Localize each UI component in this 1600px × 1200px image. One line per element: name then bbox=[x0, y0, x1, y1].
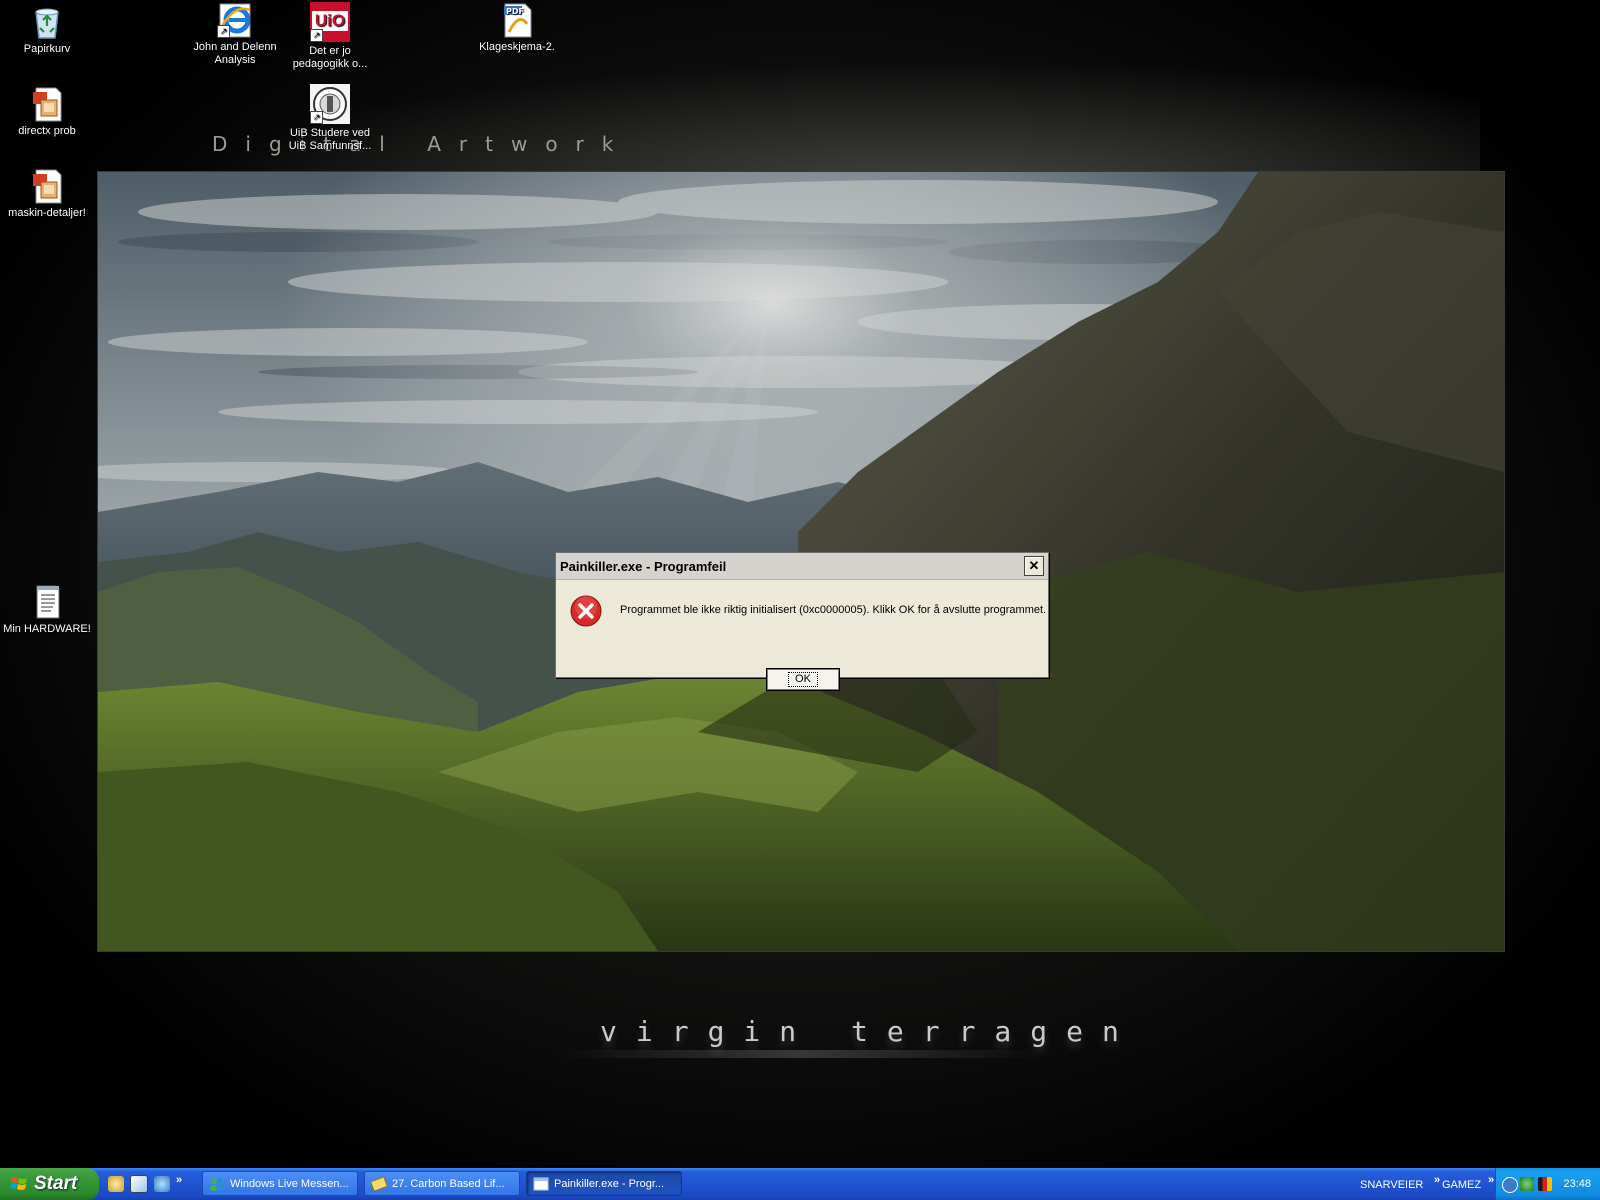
dialog-titlebar[interactable]: Painkiller.exe - Programfeil ✕ bbox=[556, 553, 1048, 580]
taskbar: Start » Windows Live Messen... 27. Carbo… bbox=[0, 1168, 1600, 1200]
wallpaper-caption-bottom: virgin terragen bbox=[600, 1015, 1138, 1048]
media-file-icon bbox=[371, 1176, 387, 1191]
desktop-icon-directx-prob[interactable]: directx prob bbox=[2, 86, 92, 138]
desktop-icon-label: Det er jo pedagogikk o... bbox=[292, 45, 368, 70]
quick-launch: » bbox=[108, 1168, 182, 1200]
toolbar-snarveier-chevron[interactable]: » bbox=[1434, 1174, 1440, 1186]
ok-button[interactable]: OK bbox=[766, 668, 840, 691]
dialog-message: Programmet ble ikke riktig initialisert … bbox=[620, 604, 1047, 616]
desktop-icon-papirkurv[interactable]: Papirkurv bbox=[2, 4, 92, 56]
desktop-icon-klageskjema[interactable]: PDF Klageskjema-2. bbox=[472, 2, 562, 54]
internet-explorer-icon: ↗ bbox=[217, 2, 253, 38]
desktop-icon-label: Klageskjema-2. bbox=[479, 41, 555, 53]
task-button-media[interactable]: 27. Carbon Based Lif... bbox=[364, 1171, 520, 1196]
task-button-label: Windows Live Messen... bbox=[230, 1177, 349, 1190]
messenger-icon bbox=[210, 1177, 224, 1191]
start-label: Start bbox=[34, 1173, 78, 1194]
task-button-label: Painkiller.exe - Progr... bbox=[554, 1177, 665, 1190]
error-dialog[interactable]: Painkiller.exe - Programfeil ✕ Programme… bbox=[555, 552, 1049, 691]
desktop-icon-label: Min HARDWARE! bbox=[3, 623, 91, 635]
quick-launch-messenger-icon[interactable] bbox=[108, 1176, 124, 1192]
quick-launch-itunes-icon[interactable] bbox=[154, 1176, 170, 1192]
system-tray: 23:48 bbox=[1495, 1168, 1600, 1200]
text-document-icon bbox=[29, 584, 65, 620]
svg-text:PDF: PDF bbox=[506, 7, 524, 16]
desktop-icon-min-hardware[interactable]: Min HARDWARE! bbox=[2, 584, 92, 636]
window-icon bbox=[533, 1177, 549, 1190]
start-button[interactable]: Start bbox=[0, 1168, 99, 1200]
desktop-icon-det-er-jo-pedagogikk[interactable]: UiO ↗ Det er jo pedagogikk o... bbox=[285, 2, 375, 71]
dialog-body: Programmet ble ikke riktig initialisert … bbox=[556, 580, 1048, 691]
wallpaper-caption-top: Digital Artwork bbox=[212, 132, 632, 156]
ok-button-label: OK bbox=[788, 672, 818, 687]
shortcut-arrow-icon: ↗ bbox=[310, 29, 323, 42]
desktop-icon-uib-studere[interactable]: ↗ UiB Studere ved UiB Samfunnsf... bbox=[285, 84, 375, 153]
task-button-painkiller[interactable]: Painkiller.exe - Progr... bbox=[526, 1171, 682, 1196]
uio-logo-icon: UiO ↗ bbox=[310, 2, 350, 42]
desktop-icon-label: directx prob bbox=[18, 125, 76, 137]
tray-expand-icon[interactable] bbox=[1502, 1177, 1518, 1193]
close-button[interactable]: ✕ bbox=[1024, 556, 1044, 576]
error-icon bbox=[570, 595, 602, 627]
recycle-bin-icon bbox=[29, 4, 65, 40]
uib-seal-icon: ↗ bbox=[310, 84, 350, 124]
quick-launch-chevron[interactable]: » bbox=[176, 1174, 182, 1186]
quick-launch-notepad-icon[interactable] bbox=[130, 1175, 148, 1193]
toolbar-gamez-chevron[interactable]: » bbox=[1488, 1174, 1494, 1186]
clock[interactable]: 23:48 bbox=[1563, 1178, 1591, 1190]
toolbar-snarveier[interactable]: SNARVEIER bbox=[1360, 1179, 1423, 1191]
desktop-icon-maskin-detaljer[interactable]: maskin-detaljer! bbox=[2, 168, 92, 220]
task-button-label: 27. Carbon Based Lif... bbox=[392, 1177, 505, 1190]
desktop-icon-label: Papirkurv bbox=[23, 43, 71, 55]
dialog-title: Painkiller.exe - Programfeil bbox=[560, 559, 727, 574]
image-document-icon bbox=[29, 86, 65, 122]
shortcut-arrow-icon: ↗ bbox=[310, 111, 323, 124]
tray-network-icon[interactable] bbox=[1520, 1177, 1534, 1191]
windows-flag-icon bbox=[10, 1177, 27, 1190]
wallpaper-caption-reflection bbox=[560, 1050, 1040, 1058]
toolbar-gamez[interactable]: GAMEZ bbox=[1442, 1179, 1481, 1191]
desktop-icon-john-and-delenn[interactable]: ↗ John and Delenn Analysis bbox=[190, 2, 280, 67]
desktop-icon-label: maskin-detaljer! bbox=[8, 207, 86, 219]
desktop-icon-label: John and Delenn Analysis bbox=[193, 41, 277, 66]
tray-flag-icon[interactable] bbox=[1538, 1177, 1552, 1191]
shortcut-arrow-icon: ↗ bbox=[217, 25, 230, 38]
desktop-icon-label: UiB Studere ved UiB Samfunnsf... bbox=[288, 127, 372, 152]
pdf-document-icon: PDF bbox=[499, 2, 535, 38]
image-document-icon bbox=[29, 168, 65, 204]
task-button-messenger[interactable]: Windows Live Messen... bbox=[202, 1171, 358, 1196]
